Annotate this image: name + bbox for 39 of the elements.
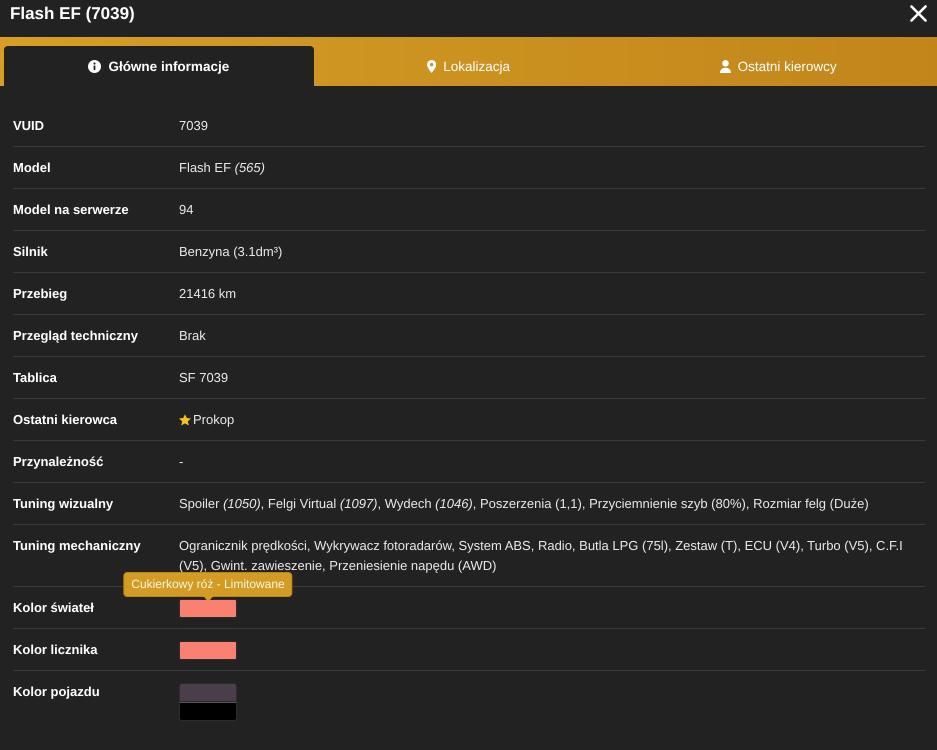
tooltip: Cukierkowy róż - Limitowane bbox=[123, 572, 293, 602]
color-swatch[interactable] bbox=[179, 599, 237, 618]
color-swatch[interactable] bbox=[179, 683, 237, 702]
field-label: Kolor licznika bbox=[13, 641, 99, 659]
field-label: Tablica bbox=[13, 369, 58, 387]
field-label: Kolor pojazdu bbox=[13, 683, 101, 701]
field-value: SF 7039 bbox=[179, 369, 230, 387]
field-label: Ostatni kierowca bbox=[13, 411, 118, 429]
map-pin-icon bbox=[426, 60, 436, 72]
color-swatch[interactable] bbox=[179, 641, 237, 660]
field-label: Przynależność bbox=[13, 453, 104, 471]
tab[interactable]: Główne informacje bbox=[4, 46, 314, 86]
color-swatch[interactable] bbox=[179, 702, 237, 721]
field-label: VUID bbox=[13, 117, 46, 135]
field-label: Model na serwerze bbox=[13, 201, 130, 219]
field-value: 94 bbox=[179, 201, 194, 219]
field-value: Flash EF (565) bbox=[179, 159, 266, 177]
field-label: Przebieg bbox=[13, 285, 68, 303]
field-label: Model bbox=[13, 159, 52, 177]
info-icon bbox=[88, 60, 102, 72]
field-value: Prokop bbox=[193, 411, 234, 429]
field-value: Brak bbox=[179, 327, 207, 345]
window-title: Flash EF (7039) bbox=[10, 3, 135, 25]
field-label: Tuning wizualny bbox=[13, 495, 114, 513]
field-value: 7039 bbox=[179, 117, 209, 135]
field-value: Benzyna (3.1dm³) bbox=[179, 243, 284, 261]
close-icon bbox=[910, 5, 927, 22]
field-label: Kolor świateł bbox=[13, 599, 95, 617]
field-value: Ogranicznik prędkości, Wykrywacz fotoradarów, System ABS, Radio, Butla LPG (75l), Zestaw (T), ECU (V4), Turbo (V5), C.F.I (V5), Gwint. zawieszenie, Przeniesienie napędu (AWD) bbox=[179, 537, 904, 575]
field-label: Silnik bbox=[13, 243, 49, 261]
tab[interactable]: Ostatni kierowcy bbox=[623, 46, 934, 86]
close-button[interactable] bbox=[910, 5, 927, 22]
field-value: Spoiler (1050), Felgi Virtual (1097), Wydech (1046), Poszerzenia (1,1), Przyciemnienie szyb (80%), Rozmiar felg (Duże) bbox=[179, 495, 870, 513]
tab[interactable]: Lokalizacja bbox=[314, 46, 624, 86]
person-icon bbox=[720, 60, 731, 72]
field-value: 21416 km bbox=[179, 285, 238, 303]
field-label: Przegląd techniczny bbox=[13, 327, 139, 345]
field-label: Tuning mechaniczny bbox=[13, 537, 142, 555]
field-value: - bbox=[179, 453, 184, 471]
